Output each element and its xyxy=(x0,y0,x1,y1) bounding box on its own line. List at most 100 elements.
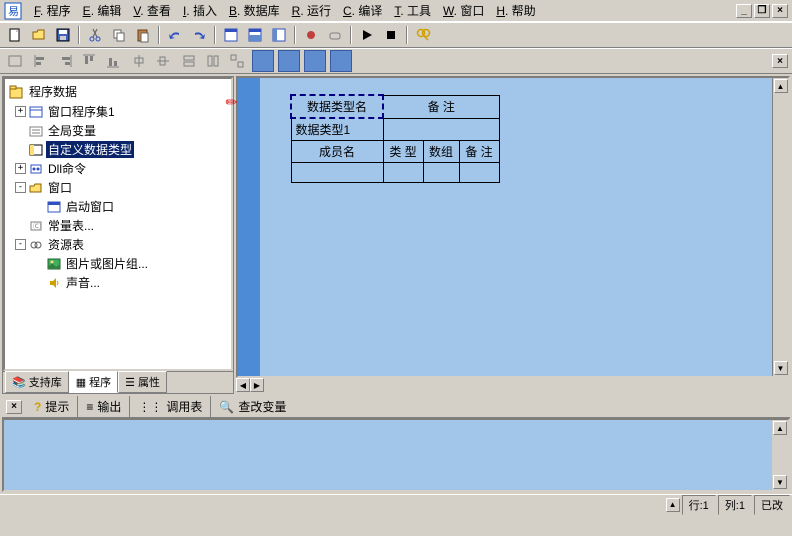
toolbar-form: × xyxy=(0,48,792,74)
expand-icon[interactable]: + xyxy=(15,163,26,174)
expand-icon[interactable]: + xyxy=(15,106,26,117)
search-icon: 🔍 xyxy=(219,400,234,414)
menu-run[interactable]: R. 运行 xyxy=(286,0,337,21)
scroll-up-button[interactable]: ▲ xyxy=(773,421,787,435)
menu-file[interactable]: F. 程序 xyxy=(28,0,77,21)
tab-program[interactable]: ▦程序 xyxy=(69,371,118,393)
scroll-down-button[interactable]: ▼ xyxy=(773,475,787,489)
menubar: 易 F. 程序 E. 编辑 V. 查看 I. 插入 B. 数据库 R. 运行 C… xyxy=(0,0,792,22)
color-swatch-1[interactable] xyxy=(252,50,274,72)
image-icon xyxy=(46,257,62,271)
grid-cell-remark-value[interactable] xyxy=(383,118,499,141)
output-area[interactable]: ▲ ▼ xyxy=(2,418,790,492)
tree-node-images[interactable]: 图片或图片组... xyxy=(33,254,229,273)
book-icon: 📚 xyxy=(12,376,26,389)
copy-button[interactable] xyxy=(108,24,130,46)
tab-support-lib[interactable]: 📚支持库 xyxy=(5,371,69,393)
tree-node-start-window[interactable]: 启动窗口 xyxy=(33,197,229,216)
left-panel: 程序数据 +窗口程序集1 全局变量 自定义数据类型 +Dll命令 -窗口 启动窗… xyxy=(2,76,234,394)
window-layout-2-button[interactable] xyxy=(244,24,266,46)
tab-output[interactable]: ≡输出 xyxy=(78,396,130,417)
run-button[interactable] xyxy=(356,24,378,46)
tree-node-constants[interactable]: Ⓒ常量表... xyxy=(15,216,229,235)
status-up-button[interactable]: ▲ xyxy=(666,498,680,512)
collapse-icon[interactable]: - xyxy=(15,239,26,250)
collapse-icon[interactable]: - xyxy=(15,182,26,193)
grid-cell-type[interactable] xyxy=(383,163,423,183)
menu-window[interactable]: W. 窗口 xyxy=(437,0,490,21)
tree-title: 程序数据 xyxy=(7,81,229,102)
scroll-down-button[interactable]: ▼ xyxy=(774,361,788,375)
grid-header-array[interactable]: 数组 xyxy=(423,141,459,163)
tree-node-resources[interactable]: -资源表 xyxy=(15,235,229,254)
type-definition-grid[interactable]: 数据类型名 备 注 数据类型1 成员名 类 型 数组 备 注 xyxy=(290,94,500,183)
same-height-button[interactable] xyxy=(202,50,224,72)
grid-cell-typename-value[interactable]: 数据类型1 xyxy=(291,118,383,141)
menu-insert[interactable]: I. 插入 xyxy=(177,0,223,21)
align-bottom-button[interactable] xyxy=(102,50,124,72)
tab-prev-button[interactable]: ◀ xyxy=(236,378,250,392)
scroll-up-button[interactable]: ▲ xyxy=(774,79,788,93)
properties-icon: ☰ xyxy=(125,376,135,389)
redo-button[interactable] xyxy=(188,24,210,46)
tree-node-windows[interactable]: -窗口 xyxy=(15,178,229,197)
tab-next-button[interactable]: ▶ xyxy=(250,378,264,392)
window-layout-1-button[interactable] xyxy=(220,24,242,46)
editor-vscrollbar[interactable]: ▲ ▼ xyxy=(772,78,788,376)
center-v-button[interactable] xyxy=(152,50,174,72)
grid-cell-remark2[interactable] xyxy=(459,163,499,183)
editor-hscrollbar[interactable]: ◀ ▶ xyxy=(236,378,790,394)
breakpoint-button[interactable] xyxy=(300,24,322,46)
tree-node-custom-types[interactable]: 自定义数据类型 xyxy=(15,140,229,159)
center-h-button[interactable] xyxy=(128,50,150,72)
same-size-button[interactable] xyxy=(226,50,248,72)
color-swatch-4[interactable] xyxy=(330,50,352,72)
align-top-button[interactable] xyxy=(78,50,100,72)
close-button[interactable]: × xyxy=(772,4,788,18)
editor-canvas[interactable]: 数据类型名 备 注 数据类型1 成员名 类 型 数组 备 注 xyxy=(260,78,772,376)
project-tree[interactable]: 程序数据 +窗口程序集1 全局变量 自定义数据类型 +Dll命令 -窗口 启动窗… xyxy=(3,77,233,371)
grid-cell-member[interactable] xyxy=(291,163,383,183)
menu-view[interactable]: V. 查看 xyxy=(127,0,177,21)
new-file-button[interactable] xyxy=(4,24,26,46)
tab-properties[interactable]: ☰属性 xyxy=(118,371,167,393)
doc-close-button[interactable]: × xyxy=(772,54,788,68)
stop-button[interactable] xyxy=(380,24,402,46)
bottom-close-button[interactable]: × xyxy=(6,400,22,414)
grid-header-typename[interactable]: 数据类型名 xyxy=(291,95,383,118)
align-right-button[interactable] xyxy=(54,50,76,72)
menu-help[interactable]: H. 帮助 xyxy=(490,0,541,21)
window-layout-3-button[interactable] xyxy=(268,24,290,46)
grid-header-remark[interactable]: 备 注 xyxy=(383,95,499,118)
menu-compile[interactable]: C. 编译 xyxy=(337,0,388,21)
grid-header-type[interactable]: 类 型 xyxy=(383,141,423,163)
minimize-button[interactable]: _ xyxy=(736,4,752,18)
cut-button[interactable] xyxy=(84,24,106,46)
open-file-button[interactable] xyxy=(28,24,50,46)
left-panel-tabs: 📚支持库 ▦程序 ☰属性 xyxy=(3,371,233,393)
align-left-button[interactable] xyxy=(30,50,52,72)
tree-node-dll[interactable]: +Dll命令 xyxy=(15,159,229,178)
undo-button[interactable] xyxy=(164,24,186,46)
grid-header-remark2[interactable]: 备 注 xyxy=(459,141,499,163)
color-swatch-2[interactable] xyxy=(278,50,300,72)
tab-watch[interactable]: 🔍查改变量 xyxy=(211,396,294,417)
grid-header-member[interactable]: 成员名 xyxy=(291,141,383,163)
grid-cell-array[interactable] xyxy=(423,163,459,183)
menu-edit[interactable]: E. 编辑 xyxy=(77,0,128,21)
tree-node-globals[interactable]: 全局变量 xyxy=(15,121,229,140)
save-button[interactable] xyxy=(52,24,74,46)
paste-button[interactable] xyxy=(132,24,154,46)
bookmark-button[interactable] xyxy=(324,24,346,46)
tree-node-sounds[interactable]: 声音... xyxy=(33,273,229,292)
menu-tools[interactable]: T. 工具 xyxy=(388,0,437,21)
color-swatch-3[interactable] xyxy=(304,50,326,72)
menu-database[interactable]: B. 数据库 xyxy=(223,0,286,21)
tree-node-module[interactable]: +窗口程序集1 xyxy=(15,102,229,121)
tab-callstack[interactable]: ⋮⋮调用表 xyxy=(130,396,211,417)
form-tool-1[interactable] xyxy=(4,50,26,72)
restore-button[interactable]: ❐ xyxy=(754,4,770,18)
find-button[interactable] xyxy=(412,24,434,46)
tab-hint[interactable]: ?提示 xyxy=(26,396,78,417)
same-width-button[interactable] xyxy=(178,50,200,72)
